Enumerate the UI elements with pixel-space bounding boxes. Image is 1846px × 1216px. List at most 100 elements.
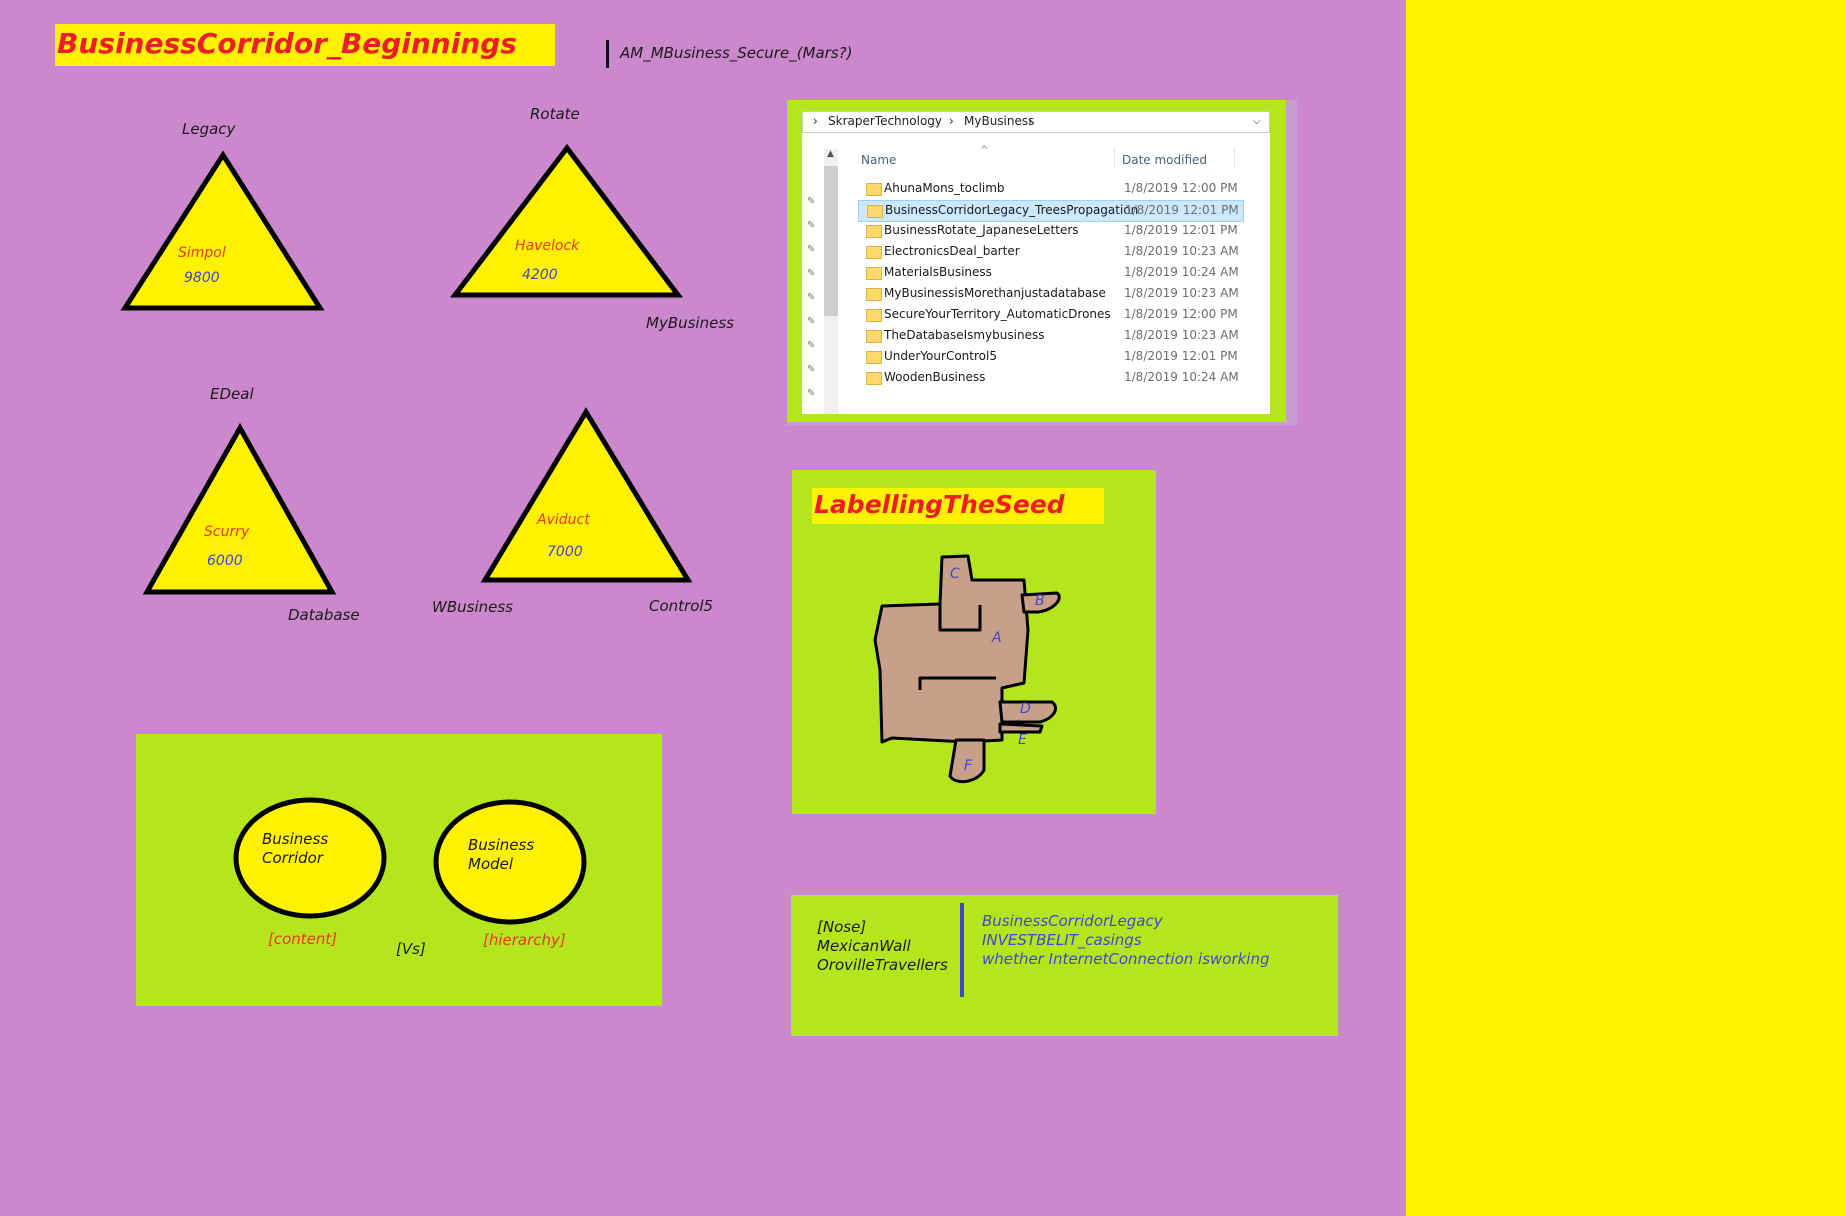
breadcrumb-item[interactable]: MyBusiness <box>964 114 1034 128</box>
seed-panel: LabellingTheSeed C B A D E F <box>792 470 1156 814</box>
notes-divider <box>960 903 964 997</box>
file-date: 1/8/2019 10:23 AM <box>1124 244 1239 258</box>
file-row[interactable]: ElectronicsDeal_barter 1/8/2019 10:23 AM <box>858 242 1242 262</box>
triangle-control-left-label: WBusiness <box>432 598 513 616</box>
folder-icon <box>866 330 882 343</box>
breadcrumb-item[interactable]: SkraperTechnology <box>828 114 942 128</box>
triangle-edeal-value: 6000 <box>207 553 243 569</box>
triangle-control-right-label: Control5 <box>649 597 714 615</box>
file-explorer: › SkraperTechnology › MyBusiness › ⌵ ▲ ✎… <box>802 111 1270 414</box>
ellipse-right-line1: Business <box>468 836 535 854</box>
ellipse-left-line1: Business <box>262 830 329 848</box>
compare-ellipses <box>233 797 587 925</box>
tag-vs: [Vs] <box>396 940 426 958</box>
folder-icon <box>866 267 882 280</box>
file-date: 1/8/2019 12:01 PM <box>1125 203 1239 217</box>
file-name: MaterialsBusiness <box>884 265 992 279</box>
file-name: WoodenBusiness <box>884 370 986 384</box>
seed-label-f: F <box>964 758 973 774</box>
triangle-control-value: 7000 <box>547 544 583 560</box>
scroll-up-icon[interactable]: ▲ <box>827 149 834 159</box>
file-row[interactable]: UnderYourControl5 1/8/2019 12:01 PM <box>858 347 1242 367</box>
pin-icon: ✎ <box>807 268 816 279</box>
file-row[interactable]: TheDatabaseIsmybusiness 1/8/2019 10:23 AM <box>858 326 1242 346</box>
folder-icon <box>866 225 882 238</box>
sort-arrow-icon: ^ <box>980 145 989 156</box>
triangle-edeal-name: Scurry <box>204 524 250 540</box>
file-date: 1/8/2019 10:24 AM <box>1124 265 1239 279</box>
tag-content: [content] <box>268 930 338 948</box>
triangle-control <box>480 407 693 583</box>
seed-tab-e <box>998 722 1044 734</box>
file-row[interactable]: MaterialsBusiness 1/8/2019 10:24 AM <box>858 263 1242 283</box>
address-bar[interactable]: › SkraperTechnology › MyBusiness › ⌵ <box>802 111 1270 133</box>
dropdown-chevron-icon[interactable]: ⌵ <box>1253 116 1261 127</box>
file-date: 1/8/2019 10:24 AM <box>1124 370 1239 384</box>
column-header-name[interactable]: Name <box>861 153 896 167</box>
file-name: BusinessCorridorLegacy_TreesPropagation <box>885 203 1139 217</box>
file-date: 1/8/2019 12:01 PM <box>1124 223 1238 237</box>
triangle-rotate <box>449 143 684 298</box>
file-name: BusinessRotate_JapaneseLetters <box>884 223 1079 237</box>
file-name: TheDatabaseIsmybusiness <box>884 328 1045 342</box>
triangle-rotate-value: 4200 <box>522 267 558 283</box>
folder-icon <box>866 183 882 196</box>
file-date: 1/8/2019 10:23 AM <box>1124 286 1239 300</box>
folder-icon <box>866 351 882 364</box>
file-row[interactable]: BusinessCorridorLegacy_TreesPropagation 1… <box>858 200 1244 222</box>
file-date: 1/8/2019 12:01 PM <box>1124 349 1238 363</box>
nav-scrollbar-thumb[interactable] <box>824 166 838 316</box>
seed-label-d: D <box>1020 701 1031 717</box>
triangle-rotate-corner-label: MyBusiness <box>646 314 734 332</box>
file-row[interactable]: SecureYourTerritory_AutomaticDrones 1/8/2… <box>858 305 1242 325</box>
pin-icon: ✎ <box>807 196 816 207</box>
triangle-edeal-top-label: EDeal <box>210 385 254 403</box>
triangle-legacy-top-label: Legacy <box>182 120 236 138</box>
seed-label-c: C <box>950 566 960 582</box>
folder-icon <box>866 246 882 259</box>
seed-label-a: A <box>992 630 1002 646</box>
column-header-date[interactable]: Date modified <box>1122 153 1207 167</box>
notes-left-line2: MexicanWall <box>817 937 911 955</box>
file-date: 1/8/2019 12:00 PM <box>1124 307 1238 321</box>
right-yellow-panel <box>1406 0 1846 1216</box>
notes-panel: [Nose] MexicanWall OrovilleTravellers Bu… <box>791 895 1338 1036</box>
notes-right-line3: whether InternetConnection isworking <box>982 950 1270 968</box>
triangle-rotate-name: Havelock <box>515 238 580 254</box>
seed-label-e: E <box>1018 732 1027 748</box>
pin-icon: ✎ <box>807 220 816 231</box>
pin-icon: ✎ <box>807 388 816 399</box>
file-date: 1/8/2019 12:00 PM <box>1124 181 1238 195</box>
compare-panel: Business Corridor Business Model [conten… <box>136 734 662 1006</box>
tag-hierarchy: [hierarchy] <box>483 931 566 949</box>
triangle-control-name: Aviduct <box>537 512 590 528</box>
triangle-rotate-top-label: Rotate <box>530 105 580 123</box>
notes-left-line3: OrovilleTravellers <box>817 956 948 974</box>
ellipse-left-line2: Corridor <box>262 849 324 867</box>
file-name: UnderYourControl5 <box>884 349 997 363</box>
file-name: ElectronicsDeal_barter <box>884 244 1020 258</box>
file-row[interactable]: BusinessRotate_JapaneseLetters 1/8/2019 1… <box>858 221 1242 241</box>
pin-icon: ✎ <box>807 292 816 303</box>
seed-shape <box>873 554 1061 784</box>
folder-icon <box>866 288 882 301</box>
pin-icon: ✎ <box>807 364 816 375</box>
pin-icon: ✎ <box>807 244 816 255</box>
notes-right-line1: BusinessCorridorLegacy <box>982 912 1163 930</box>
file-date: 1/8/2019 10:23 AM <box>1124 328 1239 342</box>
column-divider <box>1114 147 1115 169</box>
file-row[interactable]: MyBusinessisMorethanjustadatabase 1/8/201… <box>858 284 1242 304</box>
notes-left-line1: [Nose] <box>817 918 867 936</box>
file-name: MyBusinessisMorethanjustadatabase <box>884 286 1106 300</box>
breadcrumb-chevron-icon: › <box>949 114 954 128</box>
triangle-legacy-value: 9800 <box>184 270 220 286</box>
triangle-legacy-name: Simpol <box>178 245 226 261</box>
pin-icon: ✎ <box>807 340 816 351</box>
file-row[interactable]: AhunaMons_toclimb 1/8/2019 12:00 PM <box>858 179 1242 199</box>
folder-icon <box>866 372 882 385</box>
breadcrumb-chevron-icon: › <box>813 114 818 128</box>
column-divider <box>1234 147 1235 169</box>
ellipse-right-line2: Model <box>468 855 514 873</box>
seed-label-b: B <box>1035 593 1045 609</box>
file-row[interactable]: WoodenBusiness 1/8/2019 10:24 AM <box>858 368 1242 388</box>
